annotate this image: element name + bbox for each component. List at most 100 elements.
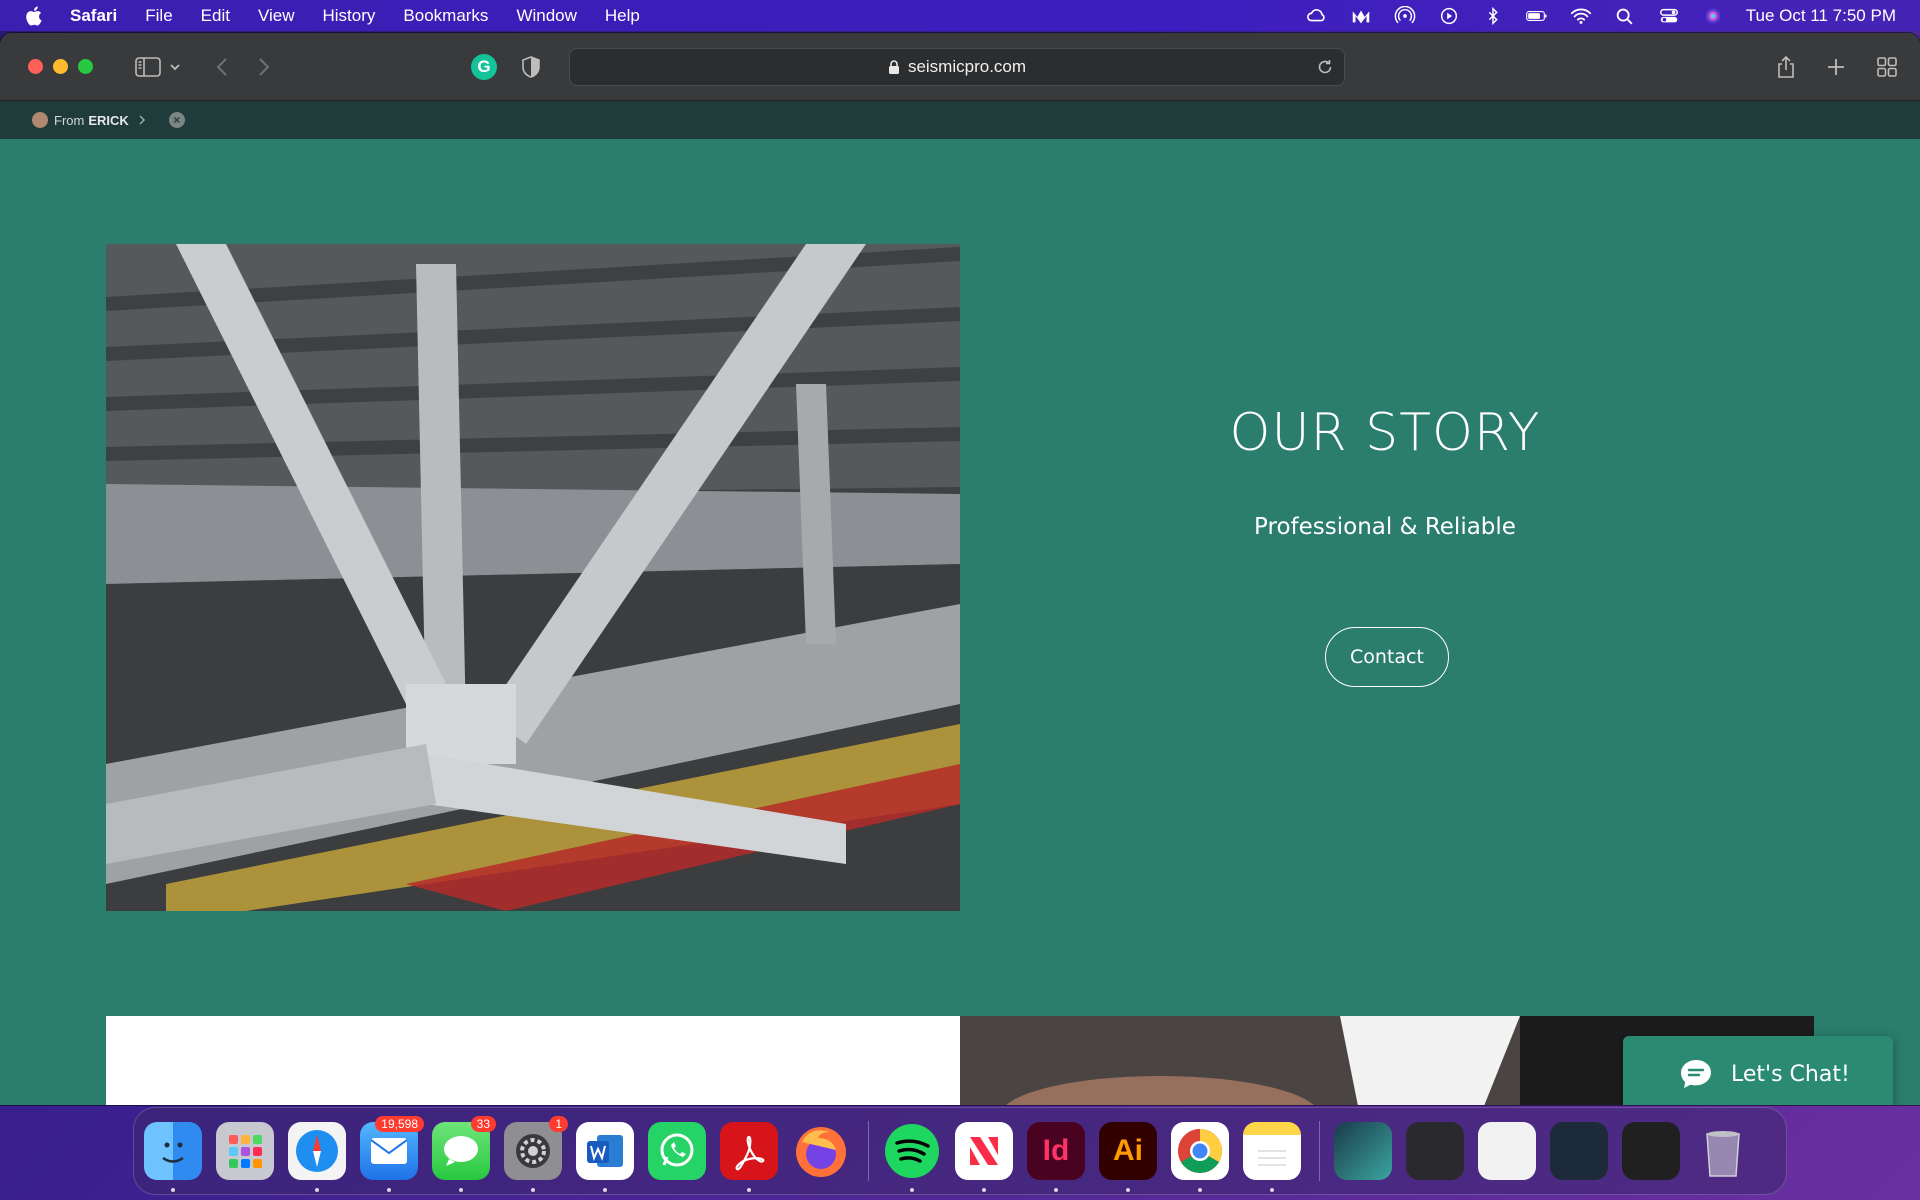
play-icon[interactable]: [1438, 6, 1460, 26]
dock-news[interactable]: [955, 1122, 1013, 1192]
dock-chrome[interactable]: [1171, 1122, 1229, 1192]
close-icon[interactable]: ×: [168, 112, 185, 128]
dock-safari[interactable]: [288, 1122, 346, 1192]
menu-file[interactable]: File: [145, 6, 172, 26]
dock: 19,598 33 1 Id Ai: [133, 1107, 1787, 1195]
dock-firefox[interactable]: [792, 1122, 850, 1180]
mail-badge: 19,598: [375, 1116, 424, 1132]
forward-button[interactable]: [257, 56, 271, 78]
indesign-label: Id: [1042, 1134, 1070, 1167]
page-subtitle: Professional & Reliable: [1254, 514, 1516, 540]
malwarebytes-icon[interactable]: [1350, 6, 1372, 26]
chevron-down-icon: [170, 63, 180, 70]
dock-notes[interactable]: [1243, 1122, 1301, 1192]
notes-icon: [1258, 1150, 1286, 1166]
menu-bookmarks[interactable]: Bookmarks: [403, 6, 488, 26]
sidebar-toggle-button[interactable]: [135, 56, 161, 77]
dock-minimized-window-1[interactable]: [1406, 1122, 1464, 1180]
chat-bubble-icon: [1681, 1060, 1711, 1088]
tab-group-menu-button[interactable]: [169, 62, 181, 72]
next-section-panel: [106, 1016, 960, 1105]
menu-help[interactable]: Help: [605, 6, 640, 26]
sidebar-icon: [135, 56, 161, 77]
chat-label: Let's Chat!: [1731, 1061, 1850, 1087]
shield-icon: [522, 55, 540, 78]
avatar: [32, 112, 48, 128]
dock-separator-2: [1319, 1121, 1320, 1181]
apple-icon[interactable]: [24, 5, 46, 27]
message-bubble-icon: [444, 1136, 478, 1166]
safari-window: G seismicpro.com From ERICK × OUR STORY …: [0, 33, 1920, 1105]
privacy-report-button[interactable]: [521, 55, 541, 78]
new-tab-button[interactable]: [1826, 55, 1846, 79]
back-button[interactable]: [215, 56, 229, 78]
dock-mail[interactable]: 19,598: [360, 1116, 424, 1192]
address-bar[interactable]: seismicpro.com: [569, 47, 1345, 86]
dock-minimized-window-3[interactable]: [1550, 1122, 1608, 1180]
bluetooth-icon[interactable]: [1482, 6, 1504, 26]
illustrator-label: Ai: [1113, 1134, 1143, 1167]
wifi-icon[interactable]: [1570, 6, 1592, 26]
dock-indesign[interactable]: Id: [1027, 1122, 1085, 1192]
shared-from-label: From: [54, 112, 85, 128]
chevron-right-icon: [259, 57, 270, 76]
menu-app-name[interactable]: Safari: [70, 6, 117, 26]
dock-word[interactable]: [576, 1122, 634, 1192]
settings-badge: 1: [549, 1116, 568, 1132]
finder-icon: [162, 1142, 184, 1163]
cloud-sync-icon[interactable]: [1306, 6, 1328, 26]
shared-from-name[interactable]: ERICK: [88, 113, 128, 128]
spotify-icon: [885, 1124, 939, 1178]
news-icon: [970, 1137, 998, 1165]
contact-button[interactable]: Contact: [1325, 627, 1449, 687]
dock-system-preferences[interactable]: 1: [504, 1116, 568, 1192]
chrome-icon: [1178, 1129, 1222, 1173]
dock-minimized-window-4[interactable]: [1622, 1122, 1680, 1180]
reload-icon[interactable]: [1316, 58, 1334, 76]
zoom-window-button[interactable]: [78, 59, 93, 74]
dock-launchpad[interactable]: [216, 1122, 274, 1180]
menu-window[interactable]: Window: [516, 6, 576, 26]
trash-icon: [1706, 1131, 1740, 1177]
control-center-icon[interactable]: [1658, 6, 1680, 26]
dock-spotify[interactable]: [883, 1122, 941, 1192]
chevron-left-icon: [216, 57, 227, 76]
dock-acrobat[interactable]: [720, 1122, 778, 1192]
menu-view[interactable]: View: [258, 6, 295, 26]
menu-edit[interactable]: Edit: [201, 6, 230, 26]
shared-with-you-bar: From ERICK ×: [0, 101, 1920, 139]
minimize-window-button[interactable]: [53, 59, 68, 74]
share-button[interactable]: [1776, 55, 1796, 79]
dock-downloads-stack[interactable]: [1334, 1122, 1392, 1180]
spotlight-search-icon[interactable]: [1614, 6, 1636, 26]
grammarly-extension-icon[interactable]: G: [471, 53, 497, 80]
acrobat-icon: [735, 1135, 765, 1171]
dock-whatsapp[interactable]: [648, 1122, 706, 1180]
siri-icon[interactable]: [1702, 6, 1724, 26]
tab-overview-button[interactable]: [1876, 55, 1898, 79]
menu-history[interactable]: History: [323, 6, 376, 26]
dock-trash[interactable]: [1694, 1122, 1752, 1180]
page-title: OUR STORY: [1229, 403, 1541, 463]
dock-finder[interactable]: [144, 1122, 202, 1192]
seismic-bracing-photo: [106, 244, 960, 911]
word-icon: [587, 1135, 623, 1167]
menu-clock[interactable]: Tue Oct 11 7:50 PM: [1746, 6, 1896, 26]
browser-toolbar: G seismicpro.com: [0, 33, 1920, 101]
url-text: seismicpro.com: [907, 56, 1027, 76]
dock-messages[interactable]: 33: [432, 1116, 496, 1192]
photo-illustration: [106, 244, 960, 911]
web-page: OUR STORY Professional & Reliable Contac…: [0, 139, 1920, 1105]
grid-icon: [1877, 56, 1897, 77]
dock-illustrator[interactable]: Ai: [1099, 1122, 1157, 1192]
dock-separator: [868, 1121, 869, 1181]
status-area: Tue Oct 11 7:50 PM: [1306, 5, 1896, 26]
dock-minimized-window-2[interactable]: [1478, 1122, 1536, 1180]
battery-icon[interactable]: [1525, 6, 1548, 26]
close-window-button[interactable]: [28, 59, 43, 74]
airdrop-icon[interactable]: [1394, 5, 1416, 26]
chevron-right-icon[interactable]: [137, 114, 147, 126]
menu-bar: Safari File Edit View History Bookmarks …: [0, 0, 1920, 31]
chat-widget-button[interactable]: Let's Chat!: [1623, 1036, 1893, 1105]
lock-icon: [888, 59, 899, 74]
